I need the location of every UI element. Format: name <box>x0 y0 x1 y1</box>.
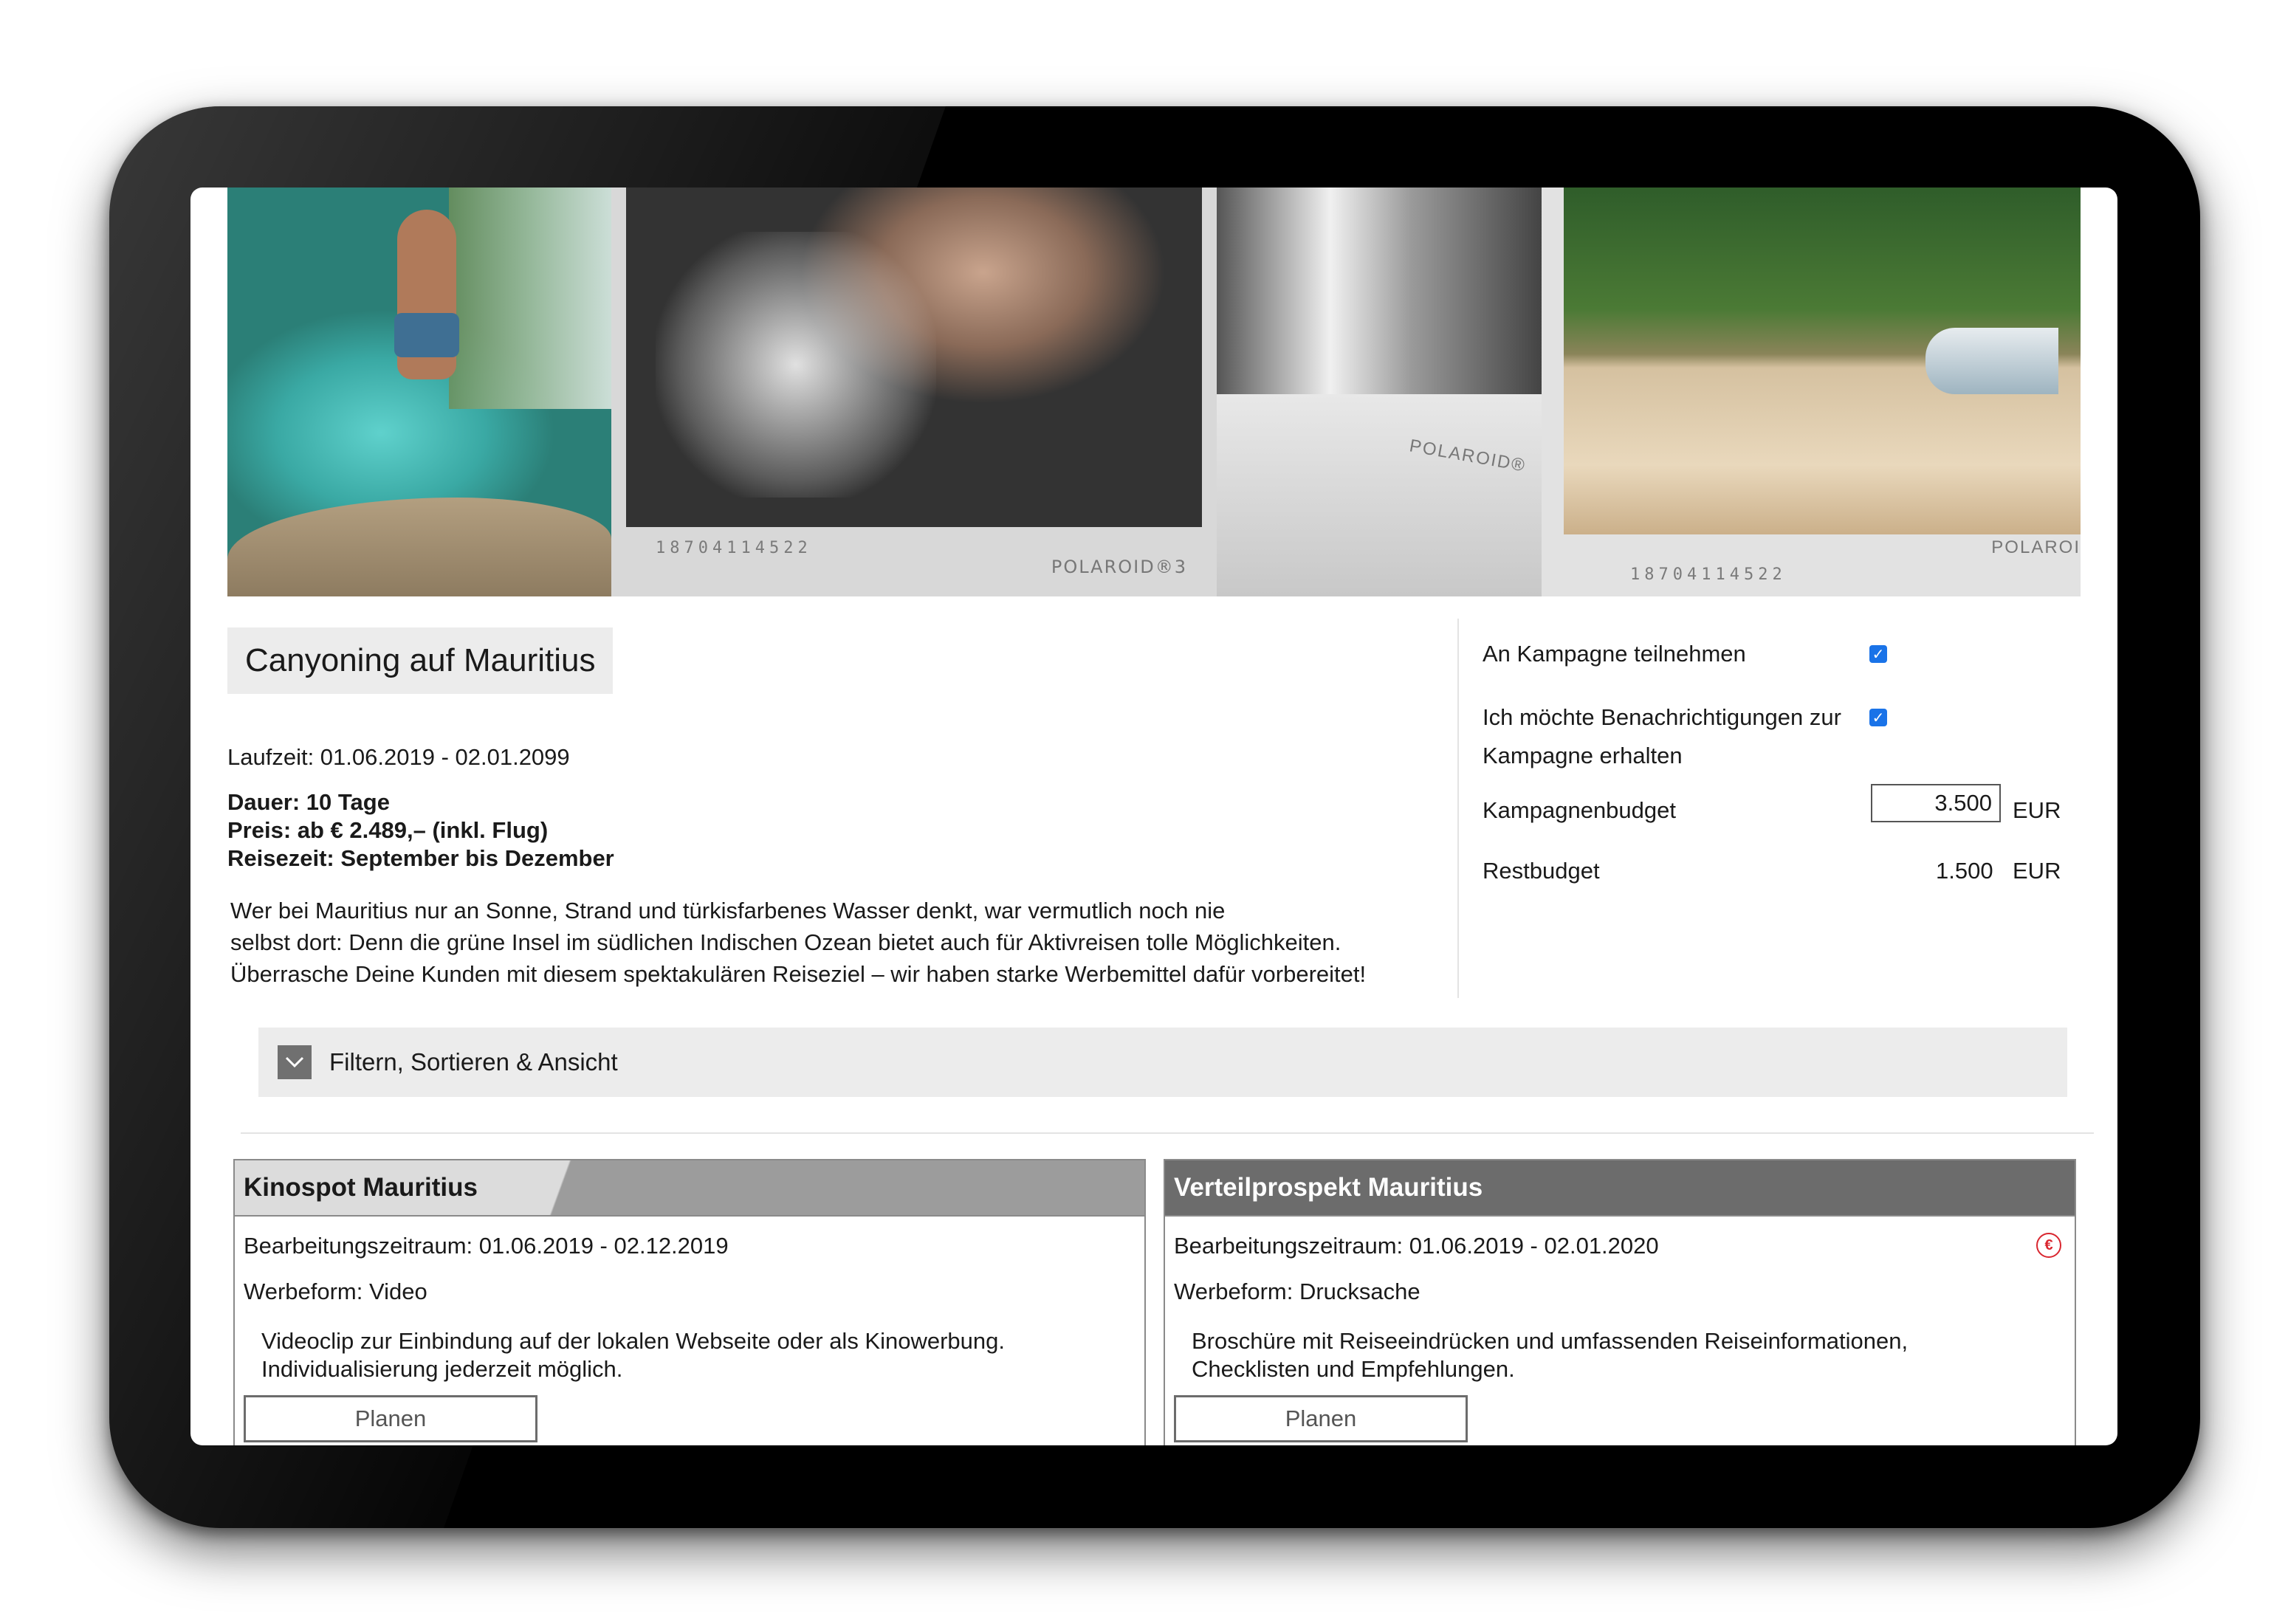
budget-input[interactable]: 3.500 <box>1871 784 2001 822</box>
column-divider <box>1457 619 1459 998</box>
tablet-frame: 18704114522 POLAROID®3 POLAROID® 1870411… <box>109 106 2200 1528</box>
card-description: Broschüre mit Reiseeindrücken und umfass… <box>1192 1327 2019 1383</box>
polaroid-brand: POLAROID®3 <box>1051 557 1187 577</box>
card-form: Werbeform: Drucksache <box>1174 1279 1420 1304</box>
card-description-line: Broschüre mit Reiseeindrücken und umfass… <box>1192 1328 1909 1354</box>
campaign-runtime: Laufzeit: 01.06.2019 - 02.01.2099 <box>227 744 570 770</box>
participate-checkbox[interactable]: ✓ <box>1869 645 1887 663</box>
campaign-price: Preis: ab € 2.489,– (inkl. Flug) <box>227 817 549 843</box>
campaign-description: Wer bei Mauritius nur an Sonne, Strand u… <box>230 895 1441 990</box>
plan-button[interactable]: Planen <box>1174 1395 1468 1442</box>
budget-currency: EUR <box>2013 797 2061 823</box>
card-period: Bearbeitungszeitraum: 01.06.2019 - 02.12… <box>244 1233 729 1259</box>
description-line: Wer bei Mauritius nur an Sonne, Strand u… <box>230 898 1226 923</box>
card-description: Videoclip zur Einbindung auf der lokalen… <box>261 1327 1088 1383</box>
filter-label[interactable]: Filtern, Sortieren & Ansicht <box>329 1048 618 1076</box>
card-description-line: Individualisierung jederzeit möglich. <box>261 1356 623 1382</box>
notify-label-line2: Kampagne erhalten <box>1483 743 1683 768</box>
card-title: Verteilprospekt Mauritius <box>1165 1160 2075 1217</box>
app-screen: 18704114522 POLAROID®3 POLAROID® 1870411… <box>190 187 2117 1445</box>
campaign-facts: Dauer: 10 Tage Preis: ab € 2.489,– (inkl… <box>227 788 614 873</box>
card-period: Bearbeitungszeitraum: 01.06.2019 - 02.01… <box>1174 1233 1659 1259</box>
campaign-duration: Dauer: 10 Tage <box>227 789 390 815</box>
polaroid-number: 18704114522 <box>656 539 812 557</box>
hero-photo-waterfall: POLAROID® <box>1217 187 1542 596</box>
media-card: Verteilprospekt Mauritius Bearbeitungsze… <box>1164 1159 2076 1445</box>
rest-budget-label: Restbudget <box>1483 858 1600 884</box>
hero-photo-jump <box>227 187 611 596</box>
card-title: Kinospot Mauritius <box>235 1160 1144 1217</box>
euro-icon: € <box>2036 1233 2061 1258</box>
notify-checkbox[interactable]: ✓ <box>1869 709 1887 726</box>
rest-budget-value: 1.500 <box>1936 858 1993 884</box>
hero-photo-beach: 18704114522 POLAROI <box>1542 187 2081 596</box>
participate-label: An Kampagne teilnehmen <box>1483 641 1746 667</box>
hero-photo-climber: 18704114522 POLAROID®3 <box>611 187 1217 596</box>
section-divider <box>241 1132 2094 1134</box>
budget-label: Kampagnenbudget <box>1483 797 1677 823</box>
filter-toggle[interactable]: Filtern, Sortieren & Ansicht <box>258 1028 2067 1097</box>
media-card: Kinospot Mauritius Bearbeitungszeitraum:… <box>233 1159 1146 1445</box>
campaign-title: Canyoning auf Mauritius <box>227 627 614 694</box>
card-form: Werbeform: Video <box>244 1279 427 1304</box>
polaroid-brand: POLAROI <box>1991 537 2081 557</box>
campaign-travel-time: Reisezeit: September bis Dezember <box>227 845 614 871</box>
card-description-line: Checklisten und Empfehlungen. <box>1192 1356 1515 1382</box>
description-line: selbst dort: Denn die grüne Insel im süd… <box>230 929 1341 955</box>
description-line: Überrasche Deine Kunden mit diesem spekt… <box>230 961 1367 987</box>
chevron-down-icon[interactable] <box>278 1045 312 1079</box>
rest-budget-currency: EUR <box>2013 858 2061 884</box>
hero-banner: 18704114522 POLAROID®3 POLAROID® 1870411… <box>227 187 2081 596</box>
card-description-line: Videoclip zur Einbindung auf der lokalen… <box>261 1328 1006 1354</box>
polaroid-number: 18704114522 <box>1630 565 1787 584</box>
plan-button[interactable]: Planen <box>244 1395 537 1442</box>
notify-label-line1: Ich möchte Benachrichtigungen zur <box>1483 704 1841 730</box>
